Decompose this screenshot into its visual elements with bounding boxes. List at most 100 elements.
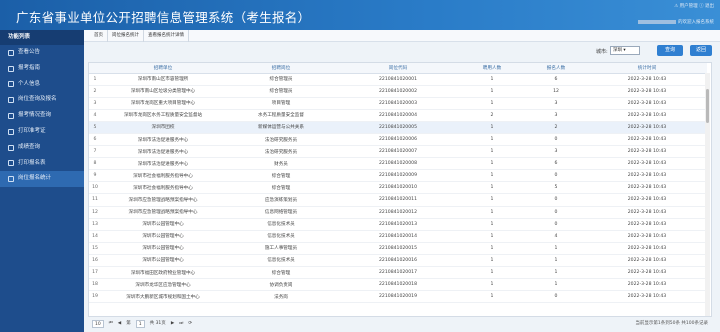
table-row[interactable]: 19 深圳市大鹏新区城市规划和国土中心 法务岗 2210841020019 1 0 2022… [89, 290, 707, 304]
table-cell: 深圳市福田区政府物业管理中心 [101, 266, 225, 280]
table-cell: 0 [525, 206, 587, 219]
sidebar-header: 功能列表 [0, 30, 84, 45]
table-row[interactable]: 1 深圳市南山区市容管理所 综合管理员 2210841020001 1 6 2022-3-2… [89, 73, 707, 86]
first-page-button[interactable]: ⏮ [109, 318, 113, 330]
table-row[interactable]: 6 深圳市法治促进服务中心 法治研究服务员 2210841020006 1 0 2022-3… [89, 133, 707, 147]
table-cell: 2210841020006 [337, 133, 459, 147]
sidebar-item[interactable]: 报考情况查询 [0, 108, 84, 124]
table-row[interactable]: 12 深圳市应急管理战略预案指导中心 信息网络管理员 2210841020012 1 0 2… [89, 206, 707, 219]
table-row[interactable]: 9 深圳市社会福利服务指导中心 综合管理 2210841020009 1 0 2022-3-… [89, 169, 707, 183]
table-body: 1 深圳市南山区市容管理所 综合管理员 2210841020001 1 6 2022-3-2… [89, 73, 707, 304]
city-select-value: 深圳 [613, 48, 622, 53]
table-cell: 深圳市团校 [101, 121, 225, 134]
table-row[interactable]: 11 深圳市应急管理战略预案指导中心 应急演练策划员 2210841020011 1 0 2… [89, 193, 707, 207]
table-row[interactable]: 3 深圳市龙岗区重大项目管理中心 项目管理 2210841020003 1 3 2022-3… [89, 97, 707, 110]
user-links[interactable]: ⚠ 用户管理 ⓘ 退出 [674, 3, 714, 9]
table-cell: 1 [459, 206, 525, 219]
city-select[interactable]: 深圳 ▾ [610, 46, 640, 55]
table-cell: 深圳市法治促进服务中心 [101, 133, 225, 147]
sidebar-item[interactable]: 打印准考证 [0, 124, 84, 140]
table-cell: 1 [459, 254, 525, 268]
table-cell: 0 [525, 169, 587, 183]
table-cell: 信息网络管理员 [225, 206, 337, 219]
table-cell: 2022-3-28 10:43 [587, 266, 707, 280]
table-row[interactable]: 18 深圳市龙华区应急管理中心 协调负责岗 2210841020018 1 1 2022-3… [89, 278, 707, 292]
sidebar-item[interactable]: 岗位查询及报名 [0, 92, 84, 108]
table-cell: 2210841020012 [337, 206, 459, 219]
table-row[interactable]: 5 深圳市团校 新媒体运营与公共关系 2210841020005 1 2 2022-3-28… [89, 121, 707, 134]
column-header[interactable]: 报名人数 [525, 63, 587, 74]
sidebar-item-label: 报考情况查询 [18, 112, 52, 119]
scrollbar-thumb[interactable] [706, 89, 709, 123]
breadcrumb-tab[interactable]: 查看报名统计详情 [144, 30, 189, 42]
vertical-scrollbar[interactable] [705, 73, 710, 316]
sidebar-item[interactable]: 个人信息 [0, 77, 84, 93]
column-header[interactable]: 招聘单位 [101, 63, 225, 74]
table-cell: 法治研究服务员 [225, 145, 337, 159]
table-row[interactable]: 10 深圳市社会福利服务指导中心 综合管理 2210841020010 1 5 2022-3… [89, 181, 707, 195]
column-header[interactable]: 统计时间 [587, 63, 707, 74]
user-greeting-text: 的欢迎入报名系统 [678, 20, 714, 25]
page-size-select[interactable]: 10 [92, 320, 104, 328]
breadcrumb-tab[interactable]: 首页 [90, 30, 108, 42]
table-cell: 2022-3-28 10:43 [587, 230, 707, 243]
page-number-input[interactable]: 1 [135, 320, 145, 328]
table-cell: 1 [459, 242, 525, 255]
table-row[interactable]: 2 深圳市南山区垃圾分类管理中心 综合管理员 2210841020002 1 12 2022… [89, 85, 707, 98]
table-cell: 2210841020009 [337, 169, 459, 183]
table-cell: 深圳市社会福利服务指导中心 [101, 181, 225, 195]
stats-table: 招聘单位 招聘岗位 岗位代码 聘用人数 报名人数 统计时间 1 深圳市南山区市容管理所 综合管… [89, 63, 707, 304]
column-header[interactable] [89, 63, 101, 74]
table-cell: 2022-3-28 10:43 [587, 133, 707, 147]
query-button[interactable]: 查询 [657, 45, 683, 56]
sidebar-item[interactable]: 报考指南 [0, 61, 84, 77]
table-cell: 1 [459, 193, 525, 207]
table-row[interactable]: 13 深圳市公园管理中心 信息化技术员 2210841020013 1 0 2022-3-2… [89, 218, 707, 231]
sidebar-item[interactable]: 查看公告 [0, 45, 84, 61]
table-row[interactable]: 17 深圳市福田区政府物业管理中心 综合管理 2210841020017 1 1 2022-… [89, 266, 707, 280]
next-page-button[interactable]: ▶ [171, 318, 174, 330]
pagination: 10 ⏮ ◀ 第 1 共 31页 ▶ ⏭ ⟳ 当前显示第1条到50条 共100条… [88, 318, 712, 330]
table-cell: 2210841020005 [337, 121, 459, 134]
table-cell: 2 [89, 85, 101, 98]
table-cell: 4 [525, 230, 587, 243]
sidebar-item[interactable]: 岗位报名统计 [0, 171, 84, 188]
table-cell: 1 [525, 242, 587, 255]
table-row[interactable]: 7 深圳市法治促进服务中心 法治研究服务员 2210841020007 1 3 2022-3… [89, 145, 707, 159]
app-title: 广东省事业单位公开招聘信息管理系统（考生报名） [16, 10, 311, 25]
toolbar: 城市: 深圳 ▾ 查询 返回 [84, 42, 720, 60]
table-cell: 综合管理 [225, 181, 337, 195]
last-page-button[interactable]: ⏭ [179, 318, 183, 330]
table-cell: 0 [525, 133, 587, 147]
table-cell: 2022-3-28 10:43 [587, 242, 707, 255]
table-cell: 3 [89, 97, 101, 110]
table-cell: 2210841020011 [337, 193, 459, 207]
table-cell: 2210841020003 [337, 97, 459, 110]
column-header[interactable]: 岗位代码 [337, 63, 459, 74]
table-cell: 13 [89, 218, 101, 231]
table-cell: 深圳市社会福利服务指导中心 [101, 169, 225, 183]
table-row[interactable]: 15 深圳市公园管理中心 施工人事管理员 2210841020015 1 1 2022-3-… [89, 242, 707, 255]
table-cell: 7 [89, 145, 101, 159]
breadcrumb-tab[interactable]: 岗位报名统计 [108, 30, 144, 42]
column-header[interactable]: 招聘岗位 [225, 63, 337, 74]
prev-page-button[interactable]: ◀ [118, 318, 121, 330]
column-header[interactable]: 聘用人数 [459, 63, 525, 74]
table-row[interactable]: 8 深圳市法治促进服务中心 财务员 2210841020008 1 6 2022-3-28 … [89, 157, 707, 171]
user-icon [8, 81, 14, 88]
table-cell: 2022-3-28 10:43 [587, 181, 707, 195]
page-label: 第 [126, 321, 131, 326]
sidebar-item[interactable]: 成绩查询 [0, 140, 84, 156]
table-row[interactable]: 4 深圳市龙岗区水务工程质量安全监督站 水务工程质量安全监督 221084102000… [89, 109, 707, 122]
table-cell: 1 [459, 133, 525, 147]
table-row[interactable]: 16 深圳市公园管理中心 信息化技术员 2210841020016 1 1 2022-3-2… [89, 254, 707, 268]
sidebar-item-label: 报考指南 [18, 64, 41, 71]
table-cell: 5 [89, 121, 101, 134]
table-row[interactable]: 14 深圳市公园管理中心 信息化技术员 2210841020014 1 4 2022-3-2… [89, 230, 707, 243]
refresh-button[interactable]: ⟳ [188, 318, 192, 330]
back-button[interactable]: 返回 [690, 45, 712, 56]
table-cell: 2022-3-28 10:43 [587, 97, 707, 110]
table-cell: 2210841020013 [337, 218, 459, 231]
sidebar-item[interactable]: 打印报名表 [0, 156, 84, 172]
table-cell: 1 [525, 254, 587, 268]
